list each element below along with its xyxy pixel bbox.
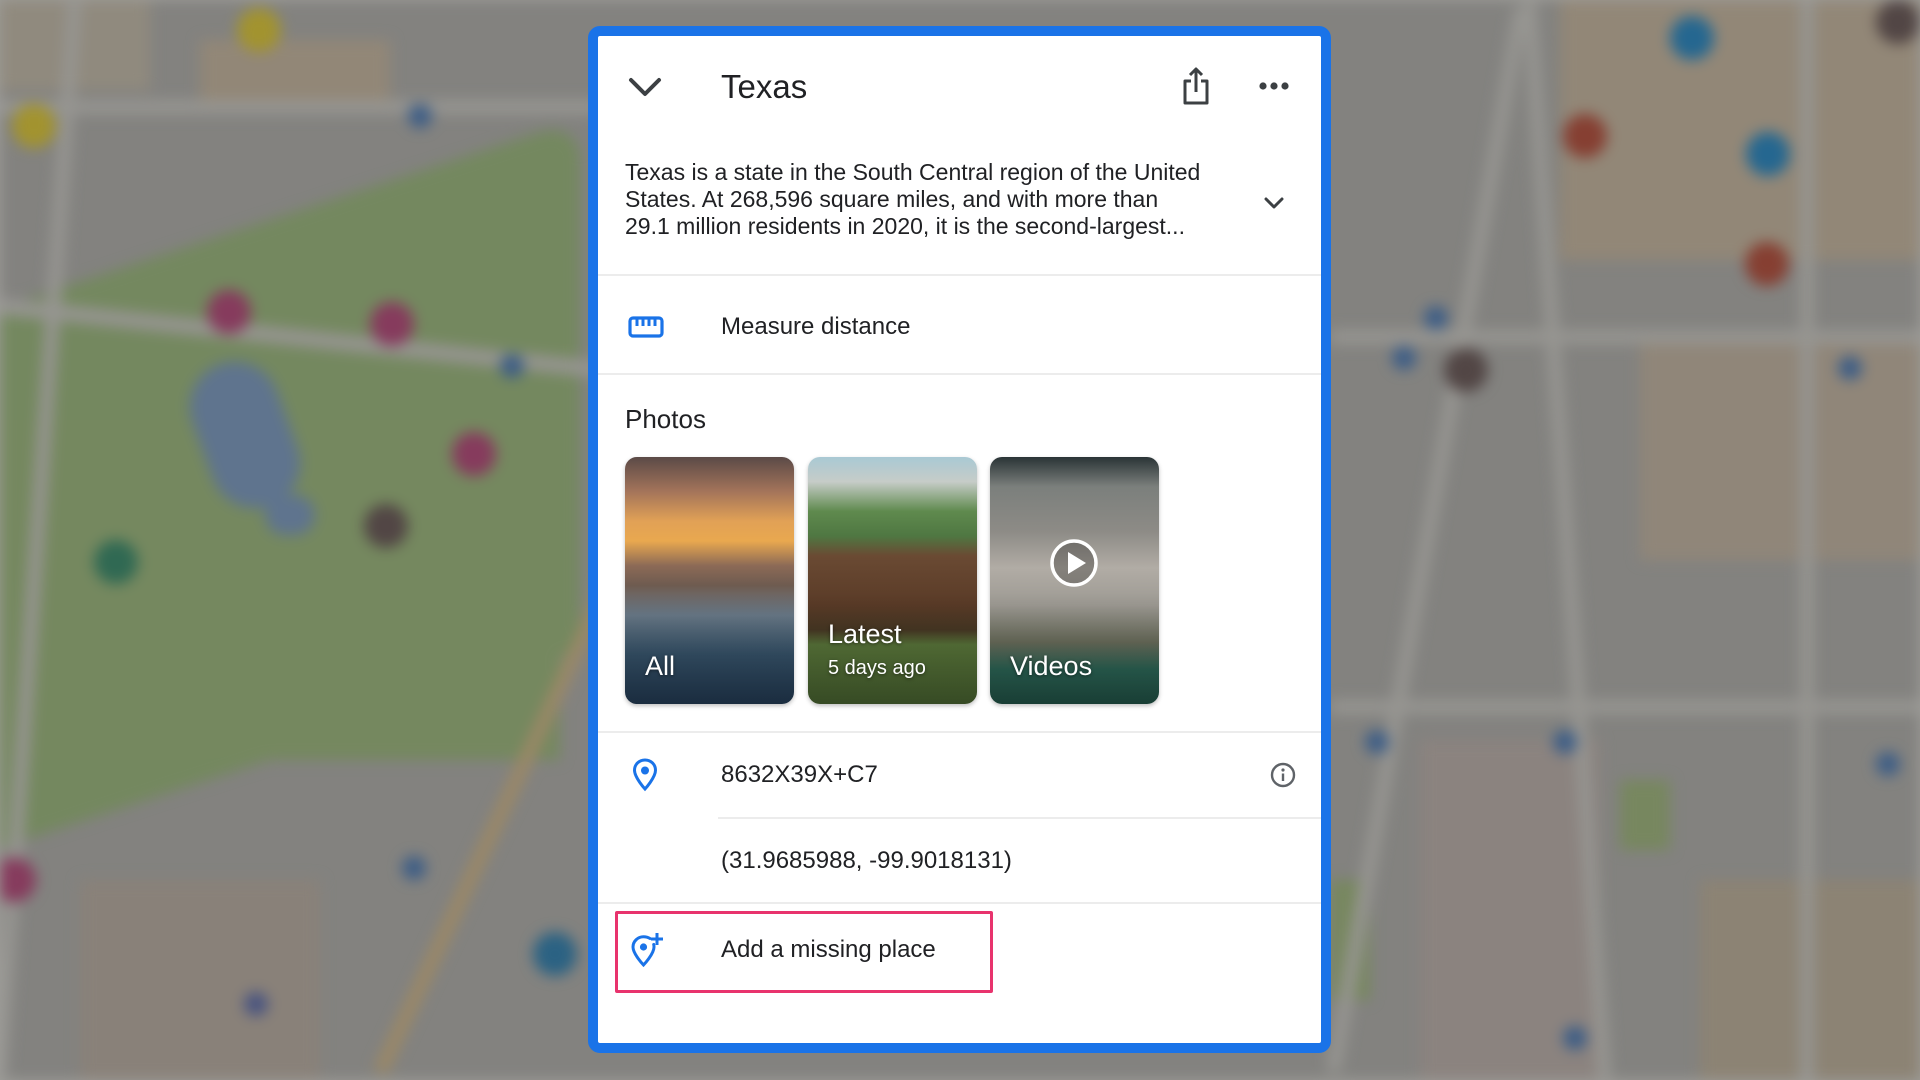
expand-description-icon[interactable]	[1264, 196, 1284, 210]
chevron-down-icon[interactable]	[628, 76, 662, 98]
place-details-panel: Texas Texas is a state in the South Cent…	[588, 26, 1331, 1053]
photo-card-sublabel: 5 days ago	[828, 657, 926, 679]
section-divider	[598, 373, 1321, 375]
photo-card-label: All	[645, 651, 676, 681]
place-description[interactable]: Texas is a state in the South Central re…	[625, 159, 1245, 240]
info-icon[interactable]	[1270, 762, 1296, 788]
description-line: Texas is a state in the South Central re…	[625, 159, 1201, 185]
photo-card-latest[interactable]: Latest 5 days ago	[808, 457, 977, 704]
photo-card-all[interactable]: All	[625, 457, 794, 704]
coordinates-row[interactable]: (31.9685988, -99.9018131)	[598, 819, 1321, 902]
highlight-box	[615, 911, 993, 993]
place-title: Texas	[721, 68, 808, 105]
share-icon[interactable]	[1182, 66, 1210, 106]
plus-code-value: 8632X39X+C7	[721, 761, 878, 788]
more-horizontal-icon[interactable]	[1258, 76, 1290, 96]
play-icon	[1050, 539, 1098, 587]
measure-distance-row[interactable]: Measure distance	[598, 276, 1321, 373]
location-pin-icon	[632, 758, 658, 792]
plus-code-row[interactable]: 8632X39X+C7	[598, 733, 1321, 817]
description-line: States. At 268,596 square miles, and wit…	[625, 186, 1159, 212]
photos-heading: Photos	[625, 404, 706, 434]
ruler-icon	[628, 316, 664, 338]
photo-card-label: Videos	[1010, 651, 1093, 681]
coordinates-value: (31.9685988, -99.9018131)	[721, 847, 1012, 874]
photo-card-label: Latest	[828, 619, 902, 649]
photo-card-videos[interactable]: Videos	[990, 457, 1159, 704]
measure-distance-label: Measure distance	[721, 313, 911, 340]
description-line: 29.1 million residents in 2020, it is th…	[625, 213, 1185, 239]
